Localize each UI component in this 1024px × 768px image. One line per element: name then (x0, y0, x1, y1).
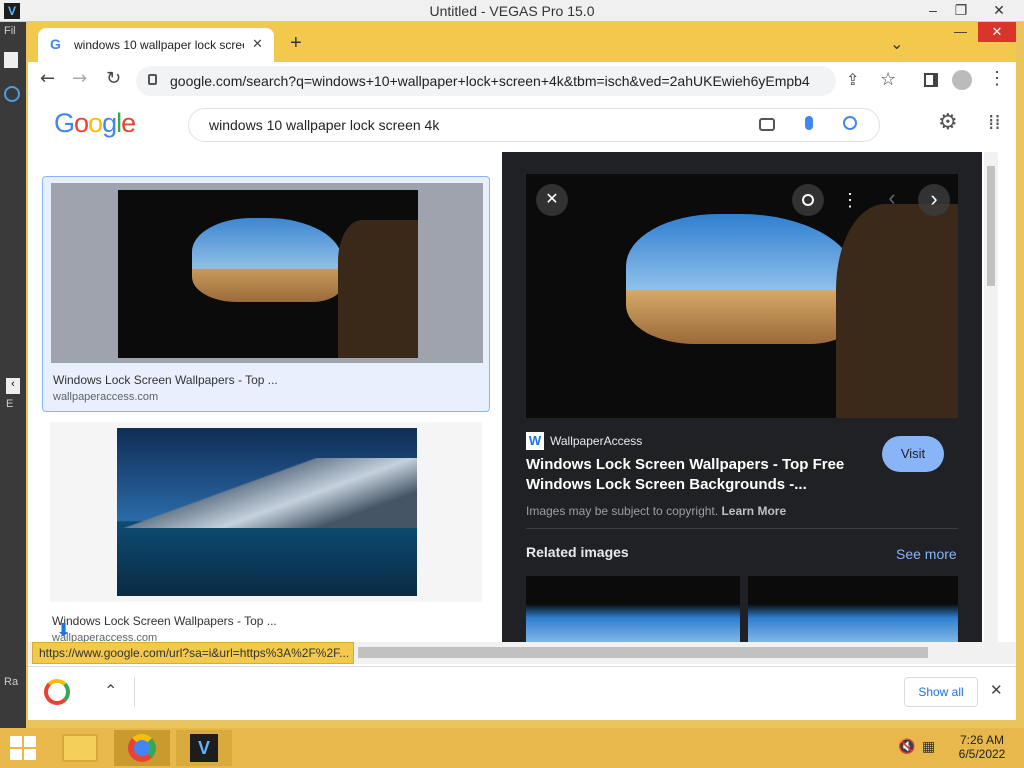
google-logo[interactable]: Google (54, 108, 136, 139)
taskbar-clock[interactable]: 7:26 AM 6/5/2022 (952, 733, 1012, 761)
vegas-app-icon: V (190, 734, 218, 762)
preview-image[interactable]: ✕ ⋮ ‹ › (526, 174, 958, 418)
taskbar-vegas[interactable]: V (176, 730, 232, 766)
search-icon[interactable] (843, 116, 857, 130)
vegas-window-title: Untitled - VEGAS Pro 15.0 (429, 3, 595, 19)
site-favicon-icon: W (526, 432, 544, 450)
cave-wall-graphic (338, 220, 418, 358)
result-card-selected[interactable]: Windows Lock Screen Wallpapers - Top ...… (42, 176, 490, 412)
close-window-button[interactable]: ✕ (986, 1, 1012, 19)
bookmark-star-icon[interactable]: ☆ (880, 69, 896, 90)
download-bar: ⌃ Show all ✕ (28, 666, 1016, 718)
show-all-button[interactable]: Show all (904, 677, 978, 707)
chrome-download-icon[interactable] (44, 679, 70, 705)
result-image-frame (50, 422, 482, 602)
related-image-1[interactable] (526, 576, 740, 642)
next-image-icon[interactable]: › (918, 184, 950, 216)
preview-title-line2[interactable]: Windows Lock Screen Backgrounds -... (526, 476, 807, 493)
windows-taskbar: V 🔇 ▦ 7:26 AM 6/5/2022 (0, 728, 1024, 768)
minimize-button[interactable]: – (920, 1, 946, 19)
result-title[interactable]: Windows Lock Screen Wallpapers - Top ... (52, 614, 277, 628)
vegas-collapse-icon[interactable]: ‹ (6, 378, 20, 394)
preview-cave-opening-graphic (626, 214, 856, 344)
clock-time: 7:26 AM (959, 733, 1005, 747)
page-scrollbar[interactable] (984, 152, 998, 642)
vegas-file-icon (4, 52, 18, 68)
settings-gear-icon[interactable]: ⚙ (938, 110, 958, 135)
tab-search-chevron-icon[interactable]: ⌄ (890, 34, 903, 54)
close-download-bar-icon[interactable]: ✕ (990, 681, 1003, 699)
vegas-search-icon (4, 86, 20, 102)
share-icon[interactable]: ⇪ (846, 70, 859, 89)
vegas-menu-file[interactable]: Fil (4, 25, 16, 37)
chrome-window: G windows 10 wallpaper lock scree ✕ + ⌄ … (26, 22, 1018, 722)
search-input[interactable]: windows 10 wallpaper lock screen 4k (188, 108, 880, 142)
network-icon[interactable]: ▦ (922, 738, 935, 755)
file-explorer-icon[interactable] (62, 734, 98, 762)
vegas-title-bar: V Untitled - VEGAS Pro 15.0 – ❐ ✕ (0, 0, 1024, 22)
forward-icon[interactable]: → (72, 68, 87, 89)
tab-close-icon[interactable]: ✕ (252, 36, 263, 52)
see-more-link[interactable]: See more (896, 546, 957, 562)
mountain-lake-thumbnail[interactable] (117, 428, 417, 596)
tab-strip: G windows 10 wallpaper lock scree ✕ + ⌄ … (28, 22, 1016, 62)
google-favicon-icon: G (50, 36, 61, 52)
result-card[interactable]: Windows Lock Screen Wallpapers - Top ...… (42, 422, 490, 642)
mountain-graphic (117, 458, 417, 528)
related-image-2[interactable] (748, 576, 958, 642)
address-bar[interactable]: google.com/search?q=windows+10+wallpaper… (136, 66, 896, 96)
download-arrow-icon: ⬇ (56, 620, 72, 640)
chrome-close-button[interactable]: ✕ (978, 22, 1016, 42)
restore-button[interactable]: ❐ (948, 1, 974, 19)
site-name[interactable]: WallpaperAccess (550, 434, 642, 448)
vegas-label-e: E (6, 398, 14, 410)
chrome-minimize-button[interactable]: — (954, 24, 967, 39)
camera-icon[interactable] (759, 118, 775, 131)
related-images-heading: Related images (526, 544, 629, 560)
url-text[interactable]: google.com/search?q=windows+10+wallpaper… (170, 73, 810, 89)
windows-start-icon[interactable] (10, 736, 38, 762)
horizontal-scrollbar-thumb[interactable] (358, 647, 928, 658)
profile-avatar-icon[interactable] (952, 70, 972, 90)
tab-title: windows 10 wallpaper lock scree (74, 38, 244, 52)
chrome-menu-icon[interactable]: ⋮ (988, 68, 1006, 89)
microphone-icon[interactable] (805, 116, 813, 130)
result-source[interactable]: wallpaperaccess.com (53, 391, 158, 403)
clock-date: 6/5/2022 (958, 747, 1006, 761)
learn-more-link[interactable]: Learn More (721, 504, 786, 518)
preview-cave-wall-graphic (836, 204, 958, 418)
cave-beach-thumbnail[interactable] (118, 190, 418, 358)
cave-opening-graphic (192, 218, 342, 302)
result-image-frame (51, 183, 483, 363)
visit-button[interactable]: Visit (882, 436, 944, 472)
search-query: windows 10 wallpaper lock screen 4k (209, 117, 440, 133)
vegas-label-ra: Ra (4, 676, 19, 688)
new-tab-icon[interactable]: + (290, 32, 302, 55)
image-preview-panel: ✕ ⋮ ‹ › W WallpaperAccess Windows Lock S… (502, 152, 982, 642)
preview-close-icon[interactable]: ✕ (536, 184, 568, 216)
preview-title-line1[interactable]: Windows Lock Screen Wallpapers - Top Fre… (526, 456, 844, 473)
back-icon[interactable]: ← (40, 68, 55, 89)
taskbar-chrome[interactable] (114, 730, 170, 766)
chrome-toolbar: ← → ↻ google.com/search?q=windows+10+wal… (28, 62, 1016, 98)
preview-more-icon[interactable]: ⋮ (834, 184, 866, 216)
divider (526, 528, 958, 529)
google-images-page: Google windows 10 wallpaper lock screen … (28, 98, 1016, 642)
lens-icon[interactable] (792, 184, 824, 216)
reload-icon[interactable]: ↻ (106, 68, 121, 89)
download-chevron-up-icon[interactable]: ⌃ (104, 681, 117, 701)
chrome-icon (128, 734, 156, 762)
prev-image-icon[interactable]: ‹ (876, 182, 908, 214)
side-panel-icon[interactable] (924, 73, 938, 87)
vegas-side-panel: Fil ‹ E Ra (0, 22, 26, 728)
copyright-notice: Images may be subject to copyright. Lear… (526, 504, 787, 518)
result-title[interactable]: Windows Lock Screen Wallpapers - Top ... (53, 373, 278, 387)
scrollbar-thumb[interactable] (987, 166, 995, 286)
status-bubble-url: https://www.google.com/url?sa=i&url=http… (32, 642, 354, 664)
divider (134, 677, 135, 707)
volume-muted-icon[interactable]: 🔇 (898, 738, 915, 755)
tab-google-search[interactable]: G windows 10 wallpaper lock scree ✕ (38, 28, 274, 62)
lock-icon[interactable] (148, 74, 157, 85)
apps-grid-icon[interactable]: ⁞⁞ (988, 110, 1001, 134)
